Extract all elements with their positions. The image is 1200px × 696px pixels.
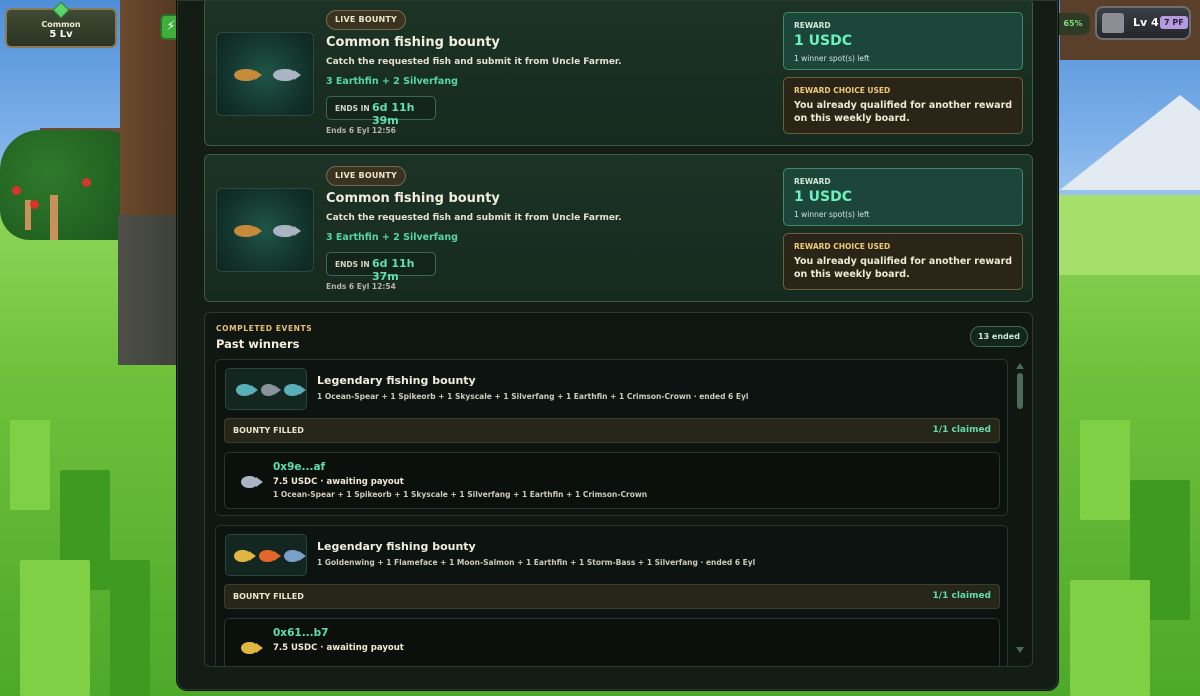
rarity-label: Common [41,20,81,29]
goldenwing-fish-icon [234,550,256,562]
bounty-fish-thumbnail [216,32,314,116]
ends-in-timer: ENDS IN 6d 11h 39m [326,96,436,127]
skyscale-fish-icon [284,384,306,396]
reward-amount: 1 USDC [794,189,852,205]
bounty-title: Common fishing bounty [326,191,500,206]
pf-badge: 7 PF [1160,16,1188,29]
bounty-filled-bar: BOUNTY FILLED 1/1 claimed [224,584,1000,609]
event-fish-thumbnails [225,368,307,410]
grass-tuft [110,560,150,696]
reward-label: REWARD [794,177,831,186]
grass-tuft [1080,420,1130,520]
winner-payout: 7.5 USDC · awaiting payout [273,477,404,487]
silverfang-fish-icon [273,225,301,237]
house-icon [1102,13,1124,33]
past-winners-scrollbar[interactable] [1015,363,1025,655]
winner-row[interactable]: 0x9e...af 7.5 USDC · awaiting payout 1 O… [224,452,1000,509]
winner-fish-icon [241,476,263,488]
live-bounty-card: LIVE BOUNTY Common fishing bounty Catch … [204,154,1033,302]
claimed-count: 1/1 claimed [932,425,991,435]
scroll-thumb[interactable] [1017,373,1023,409]
bounty-filled-label: BOUNTY FILLED [233,592,304,601]
silverfang-fish-icon [273,69,301,81]
apple [12,186,21,195]
bounty-board-panel: LIVE BOUNTY Common fishing bounty Catch … [177,0,1058,690]
event-requirement: 1 Ocean-Spear + 1 Spikeorb + 1 Skyscale … [317,392,749,401]
bounty-description: Catch the requested fish and submit it f… [326,213,622,223]
grass-field-far [1040,195,1200,275]
reward-choice-label: REWARD CHOICE USED [794,242,891,251]
reward-choice-message: You already qualified for another reward… [794,100,1013,124]
ends-date: Ends 6 Eyl 12:56 [326,126,396,135]
grass-tuft [10,420,50,510]
ends-date: Ends 6 Eyl 12:54 [326,282,396,291]
bounty-requirement: 3 Earthfin + 2 Silverfang [326,76,458,87]
reward-spots: 1 winner spot(s) left [794,54,870,63]
moon-salmon-fish-icon [284,550,306,562]
bounty-filled-label: BOUNTY FILLED [233,426,304,435]
player-level-badge[interactable]: Lv 4 7 PF [1095,6,1191,40]
apple [82,178,91,187]
bounty-requirement: 3 Earthfin + 2 Silverfang [326,232,458,243]
grass-tuft [20,560,90,696]
winner-fish-icon [241,642,263,654]
ended-count-badge: 13 ended [970,326,1028,347]
winner-row[interactable]: 0x61...b7 7.5 USDC · awaiting payout [224,618,1000,666]
bounty-description: Catch the requested fish and submit it f… [326,57,622,67]
scroll-down-arrow-icon[interactable] [1016,647,1024,653]
ends-in-value: 6d 11h 39m [372,101,415,127]
event-fish-thumbnails [225,534,307,576]
completed-event-card: Legendary fishing bounty 1 Goldenwing + … [215,525,1008,666]
tree-trunk [50,195,58,240]
past-winners-heading: Past winners [216,337,300,351]
completed-events-kicker: COMPLETED EVENTS [216,324,313,333]
winner-address: 0x9e...af [273,461,326,473]
claimed-count: 1/1 claimed [932,591,991,601]
ends-in-label: ENDS IN [335,260,370,269]
reward-amount: 1 USDC [794,33,852,49]
player-level: Lv 4 [1133,16,1159,29]
reward-label: REWARD [794,21,831,30]
reward-choice-label: REWARD CHOICE USED [794,86,891,95]
earthfin-fish-icon [234,225,262,237]
live-bounty-badge: LIVE BOUNTY [326,166,407,186]
ends-in-label: ENDS IN [335,104,370,113]
reward-box: REWARD 1 USDC 1 winner spot(s) left [783,168,1023,226]
completed-event-card: Legendary fishing bounty 1 Ocean-Spear +… [215,359,1008,516]
live-bounty-card: LIVE BOUNTY Common fishing bounty Catch … [204,1,1033,146]
bounty-fish-thumbnail [216,188,314,272]
xp-progress-text: 65% [1056,13,1090,35]
reward-choice-notice: REWARD CHOICE USED You already qualified… [783,77,1023,134]
bounty-filled-bar: BOUNTY FILLED 1/1 claimed [224,418,1000,443]
ends-in-value: 6d 11h 37m [372,257,415,283]
spikeorb-fish-icon [261,384,281,396]
completed-events-section: COMPLETED EVENTS Past winners 13 ended L… [204,312,1033,667]
reward-choice-notice: REWARD CHOICE USED You already qualified… [783,233,1023,290]
event-requirement: 1 Goldenwing + 1 Flameface + 1 Moon-Salm… [317,558,756,567]
winner-payout: 7.5 USDC · awaiting payout [273,643,404,653]
ocean-spear-fish-icon [236,384,258,396]
bounty-title: Common fishing bounty [326,35,500,50]
reward-box: REWARD 1 USDC 1 winner spot(s) left [783,12,1023,70]
live-bounty-badge: LIVE BOUNTY [326,10,407,30]
flameface-fish-icon [259,550,281,562]
grass-tuft [1070,580,1150,696]
reward-choice-message: You already qualified for another reward… [794,256,1013,280]
event-title: Legendary fishing bounty [317,374,476,387]
event-title: Legendary fishing bounty [317,540,476,553]
winner-fish-list: 1 Ocean-Spear + 1 Spikeorb + 1 Skyscale … [273,490,648,499]
rarity-level: 5 Lv [49,29,73,40]
scroll-up-arrow-icon[interactable] [1016,363,1024,369]
reward-spots: 1 winner spot(s) left [794,210,870,219]
mountain-right [1060,95,1200,190]
ends-in-timer: ENDS IN 6d 11h 37m [326,252,436,283]
winner-address: 0x61...b7 [273,627,329,639]
earthfin-fish-icon [234,69,262,81]
apple [30,200,39,209]
